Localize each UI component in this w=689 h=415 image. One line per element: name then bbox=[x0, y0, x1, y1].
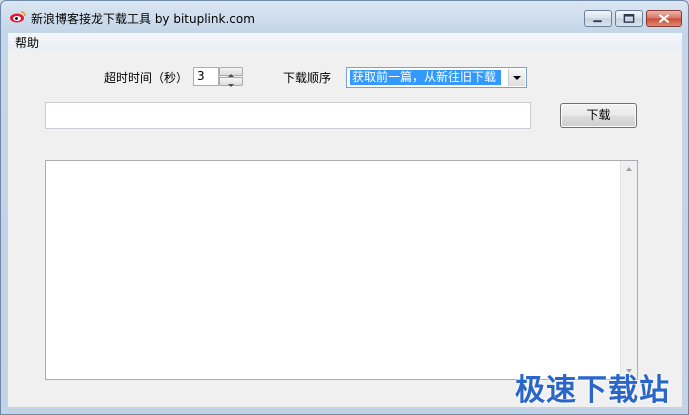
url-input[interactable] bbox=[45, 102, 531, 129]
vertical-scrollbar[interactable] bbox=[620, 161, 637, 379]
timeout-label: 超时时间（秒） bbox=[104, 71, 189, 85]
maximize-icon bbox=[623, 14, 635, 23]
order-select[interactable]: 获取前一篇，从新往旧下载 bbox=[346, 67, 527, 88]
scroll-up-icon[interactable] bbox=[625, 166, 633, 172]
window-title: 新浪博客接龙下载工具 by bituplink.com bbox=[31, 12, 255, 26]
spin-up-button[interactable] bbox=[219, 67, 243, 77]
client-area: 超时时间（秒） 3 下载顺序 获取前一篇，从新往旧下载 下载 bbox=[8, 49, 682, 407]
log-frame bbox=[45, 160, 638, 380]
close-button[interactable] bbox=[646, 10, 682, 27]
minimize-button[interactable] bbox=[584, 10, 612, 27]
dropdown-button[interactable] bbox=[508, 69, 525, 86]
close-icon bbox=[658, 13, 670, 24]
app-window: 新浪博客接龙下载工具 by bituplink.com 帮助 超时时间（秒） 3 bbox=[0, 0, 689, 415]
timeout-spinner[interactable] bbox=[219, 67, 243, 87]
chevron-down-icon bbox=[228, 84, 234, 87]
spin-down-button[interactable] bbox=[219, 77, 243, 87]
watermark-logo: 极速下载站 bbox=[515, 373, 670, 408]
order-selected-value: 获取前一篇，从新往旧下载 bbox=[350, 70, 501, 85]
timeout-input[interactable]: 3 bbox=[193, 67, 219, 86]
maximize-button[interactable] bbox=[615, 10, 643, 27]
chevron-down-icon bbox=[513, 76, 521, 80]
minimize-icon bbox=[593, 20, 602, 23]
download-button[interactable]: 下载 bbox=[560, 103, 637, 128]
sina-weibo-icon bbox=[10, 11, 26, 23]
order-label: 下载顺序 bbox=[283, 71, 332, 85]
menu-bar: 帮助 bbox=[8, 33, 682, 50]
title-bar[interactable]: 新浪博客接龙下载工具 by bituplink.com bbox=[1, 1, 688, 33]
